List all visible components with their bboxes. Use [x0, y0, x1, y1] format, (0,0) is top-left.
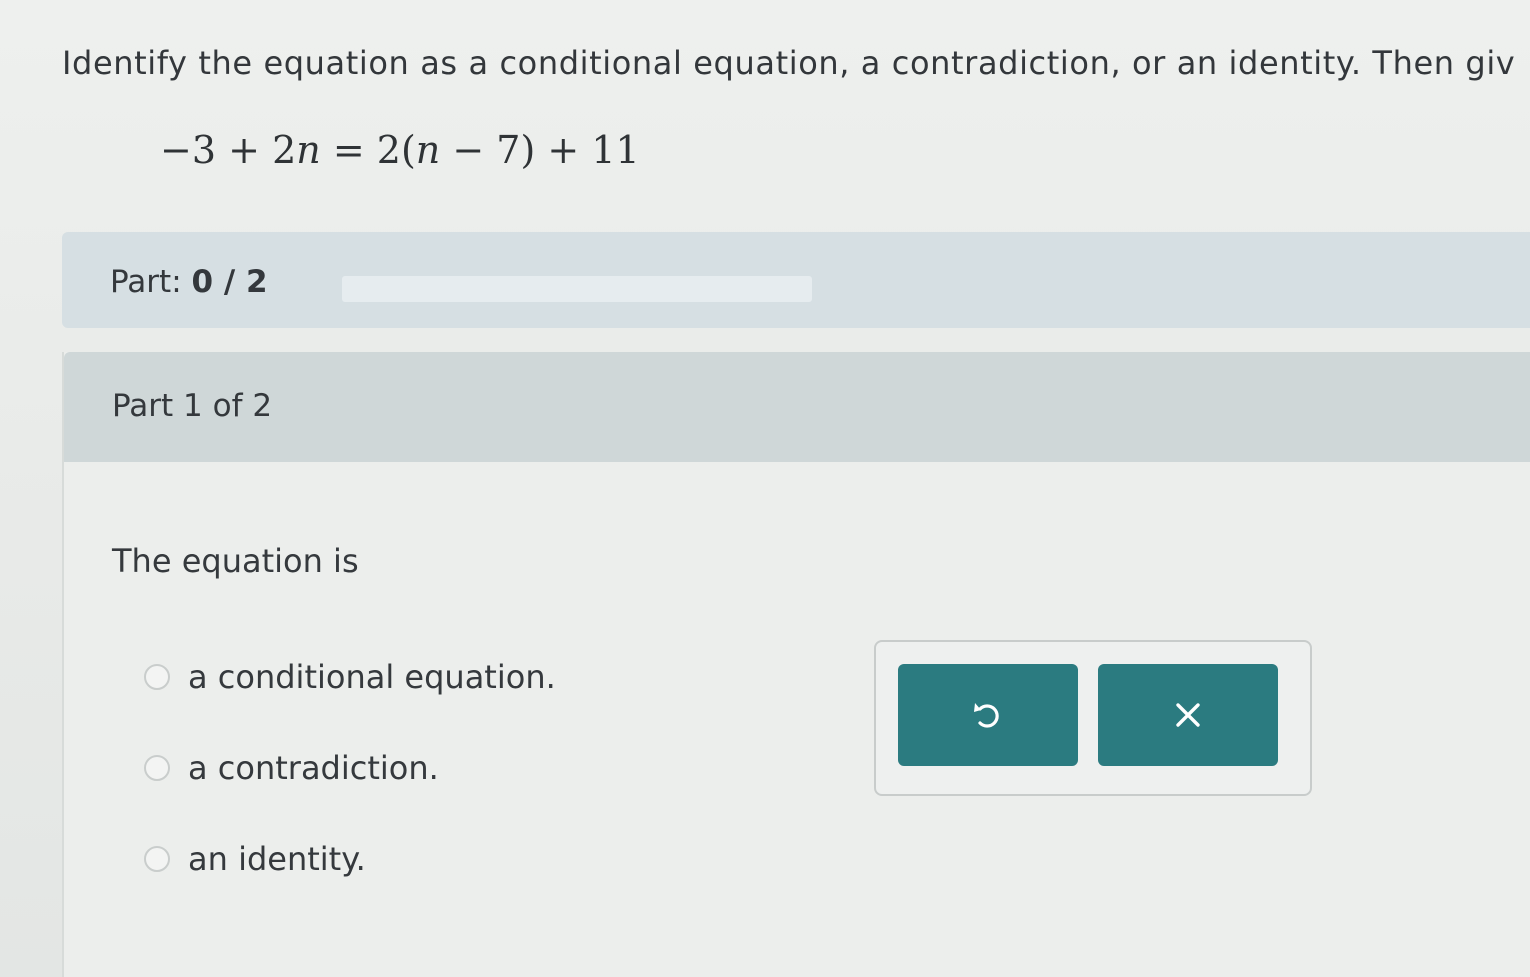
equation-rhs-constant: 11: [591, 128, 640, 172]
equation-open-paren: (: [400, 128, 416, 172]
undo-icon: [970, 697, 1006, 733]
problem-equation: −3 + 2n = 2(n − 7) + 11: [160, 128, 640, 172]
part-progress-title: Part:: [110, 264, 182, 300]
answer-toolbox: [874, 640, 1312, 796]
option-label: a contradiction.: [188, 749, 439, 787]
equation-plus: +: [228, 128, 260, 172]
part-card: Part 1 of 2 The equation is a conditiona…: [62, 352, 1530, 977]
part-header: Part 1 of 2: [64, 352, 1530, 462]
option-label: an identity.: [188, 840, 366, 878]
clear-button[interactable]: [1098, 664, 1278, 766]
radio-button[interactable]: [144, 755, 170, 781]
progress-track: [342, 276, 812, 302]
equation-close-paren: ): [520, 128, 536, 172]
radio-button[interactable]: [144, 846, 170, 872]
part-progress-bar: Part: 0 / 2: [62, 232, 1530, 328]
option-label: a conditional equation.: [188, 658, 556, 696]
page: Identify the equation as a conditional e…: [0, 0, 1530, 977]
close-icon: [1171, 698, 1205, 732]
problem-prompt: Identify the equation as a conditional e…: [62, 44, 1516, 82]
question-stem: The equation is: [112, 542, 359, 580]
equation-variable: n: [296, 128, 321, 172]
option-contradiction[interactable]: a contradiction.: [144, 748, 439, 788]
part-header-label: Part 1 of 2: [112, 388, 273, 424]
undo-button[interactable]: [898, 664, 1078, 766]
part-progress-count: 0 / 2: [191, 264, 268, 300]
equation-plus: +: [547, 128, 580, 172]
equation-variable: n: [415, 128, 441, 172]
equation-inner-constant: 7: [496, 128, 521, 172]
option-conditional-equation[interactable]: a conditional equation.: [144, 657, 556, 697]
equation-lhs-coefficient: 2: [272, 128, 297, 172]
equation-lhs-constant: −3: [160, 128, 217, 172]
option-identity[interactable]: an identity.: [144, 839, 366, 879]
equation-equals: =: [332, 128, 365, 172]
part-progress-label: Part: 0 / 2: [110, 264, 268, 300]
equation-rhs-coefficient: 2: [376, 128, 401, 172]
equation-minus: −: [452, 128, 485, 172]
radio-button[interactable]: [144, 664, 170, 690]
